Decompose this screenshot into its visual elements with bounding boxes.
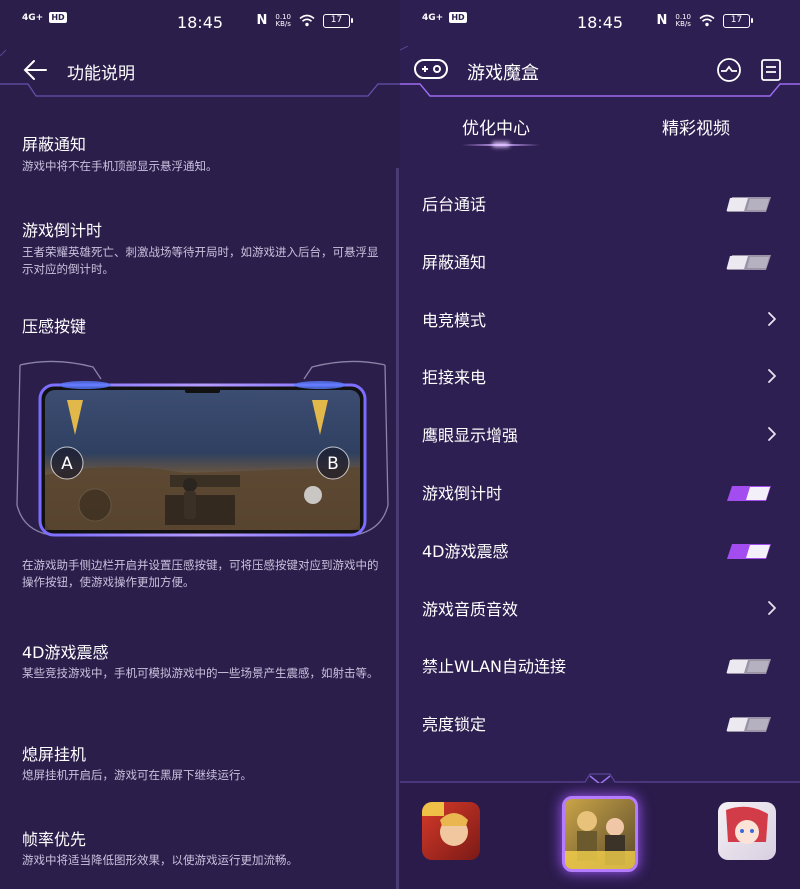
toggle-switch-off[interactable] [726, 254, 772, 271]
tab-bar: 优化中心 精彩视频 [400, 108, 800, 154]
setting-row[interactable]: 禁止WLAN自动连接 [400, 636, 800, 694]
game-art-hero [422, 802, 468, 846]
button-b-label: B [327, 454, 339, 474]
notes-icon[interactable] [758, 57, 784, 83]
battery-icon: 17 [723, 13, 753, 28]
feature-title: 4D游戏震感 [22, 643, 109, 662]
toggle-switch-off[interactable] [726, 196, 772, 213]
feature-block-pressure-keys-desc: 在游戏助手侧边栏开启并设置压感按键，可将压感按键对应到游戏中的操作按钮，使游戏操… [22, 557, 382, 591]
setting-label: 拒接来电 [422, 368, 487, 388]
chevron-right-icon [768, 311, 776, 326]
page-title: 功能说明 [67, 64, 135, 84]
feature-block-pressure-keys: 压感按键 [22, 313, 382, 337]
toggle-switch-off[interactable] [726, 658, 772, 675]
setting-label: 亮度锁定 [422, 715, 487, 735]
setting-row[interactable]: 鹰眼显示增强 [400, 405, 800, 463]
net-speed: 0.10 KB/s [675, 12, 691, 28]
toggle-switch-on[interactable] [726, 485, 772, 502]
nfc-icon: N [656, 13, 668, 28]
button-a-label: A [61, 454, 73, 474]
setting-label: 4D游戏震感 [422, 541, 509, 561]
page-title: 游戏魔盒 [467, 63, 539, 84]
toggle-switch-on[interactable] [726, 543, 772, 560]
setting-label: 屏蔽通知 [422, 252, 487, 272]
setting-label: 游戏音质音效 [422, 599, 519, 619]
chevron-right-icon [768, 427, 776, 442]
battery-icon: 17 [323, 13, 353, 28]
status-right-icons: N 0.10 KB/s 17 [256, 12, 353, 28]
game-icon-anime[interactable] [718, 802, 776, 860]
feature-block-block-notify: 屏蔽通知 游戏中将不在手机顶部显示悬浮通知。 [22, 131, 382, 175]
feature-block-frame-rate: 帧率优先 游戏中将适当降低图形效果，以使游戏运行更加流畅。 [22, 826, 382, 869]
feature-title: 熄屏挂机 [22, 745, 87, 764]
active-tab-glow [492, 142, 510, 147]
game-icon-battle[interactable] [562, 796, 638, 872]
back-arrow-icon[interactable] [22, 58, 48, 82]
net-speed: 0.10 KB/s [275, 12, 291, 28]
wifi-icon [299, 14, 315, 27]
feature-desc: 在游戏助手侧边栏开启并设置压感按键，可将压感按键对应到游戏中的操作按钮，使游戏操… [22, 558, 379, 589]
setting-row[interactable]: 拒接来电 [400, 347, 800, 405]
feature-block-countdown: 游戏倒计时 王者荣耀英雄死亡、刺激战场等待开局时，如游戏进入后台，可悬浮显示对应… [22, 217, 382, 278]
tab-optimization-center[interactable]: 优化中心 [462, 114, 530, 139]
chevron-right-icon [768, 369, 776, 384]
toggle-switch-off[interactable] [726, 716, 772, 733]
game-art-anime [726, 806, 768, 844]
feature-desc: 熄屏挂机开启后，游戏可在黑屏下继续运行。 [22, 768, 252, 782]
setting-label: 鹰眼显示增强 [422, 426, 519, 446]
feature-title: 压感按键 [22, 317, 87, 336]
game-dock [400, 772, 800, 889]
feature-block-screen-off: 熄屏挂机 熄屏挂机开启后，游戏可在黑屏下继续运行。 [22, 741, 382, 784]
setting-row[interactable]: 电竞模式 [400, 290, 800, 348]
feature-title: 帧率优先 [22, 830, 87, 849]
setting-row[interactable]: 后台通话 [400, 174, 800, 232]
status-right-icons: N 0.10 KB/s 17 [656, 12, 753, 28]
status-bar: 4G+ HD 18:45 N 0.10 KB/s 17 [400, 0, 800, 46]
left-panel-feature-help: 4G+ HD 18:45 N 0.10 KB/s 17 功能说明 屏蔽通知 游戏中… [0, 0, 400, 889]
right-header: 游戏魔盒 [400, 46, 800, 98]
feature-desc: 游戏中将不在手机顶部显示悬浮通知。 [22, 159, 218, 173]
setting-label: 电竞模式 [422, 310, 487, 330]
setting-row[interactable]: 4D游戏震感 [400, 521, 800, 579]
feature-block-4d-vibration: 4D游戏震感 某些竞技游戏中，手机可模拟游戏中的一些场景产生震感，如射击等。 [22, 639, 382, 682]
chevron-right-icon [768, 600, 776, 615]
setting-row[interactable]: 亮度锁定 [400, 694, 800, 752]
gamepad-icon [414, 59, 448, 79]
game-icon-hero[interactable] [422, 802, 480, 860]
feature-desc: 王者荣耀英雄死亡、刺激战场等待开局时，如游戏进入后台，可悬浮显示对应的倒计时。 [22, 245, 379, 276]
right-panel-game-box: 4G+ HD 18:45 N 0.10 KB/s 17 游戏魔盒 优化中心 精彩… [400, 0, 800, 889]
scrollbar-divider [396, 168, 399, 889]
feature-desc: 某些竞技游戏中，手机可模拟游戏中的一些场景产生震感，如射击等。 [22, 666, 379, 680]
setting-label: 后台通话 [422, 195, 487, 214]
tab-featured-videos[interactable]: 精彩视频 [662, 114, 730, 139]
header-frame [0, 49, 400, 97]
feature-desc: 游戏中将适当降低图形效果，以使游戏运行更加流畅。 [22, 853, 298, 867]
setting-label: 禁止WLAN自动连接 [422, 657, 567, 677]
setting-row[interactable]: 游戏倒计时 [400, 463, 800, 521]
setting-row[interactable]: 屏蔽通知 [400, 232, 800, 290]
performance-icon[interactable] [716, 57, 742, 83]
pressure-keys-illustration: A B [16, 360, 389, 537]
left-header: 功能说明 [0, 46, 400, 98]
status-bar: 4G+ HD 18:45 N 0.10 KB/s 17 [0, 0, 400, 46]
feature-title: 屏蔽通知 [22, 135, 87, 154]
game-art-battle [565, 811, 635, 869]
feature-title: 游戏倒计时 [22, 221, 103, 240]
setting-label: 游戏倒计时 [422, 484, 503, 503]
nfc-icon: N [256, 13, 268, 28]
wifi-icon [699, 14, 715, 27]
setting-row[interactable]: 游戏音质音效 [400, 579, 800, 637]
